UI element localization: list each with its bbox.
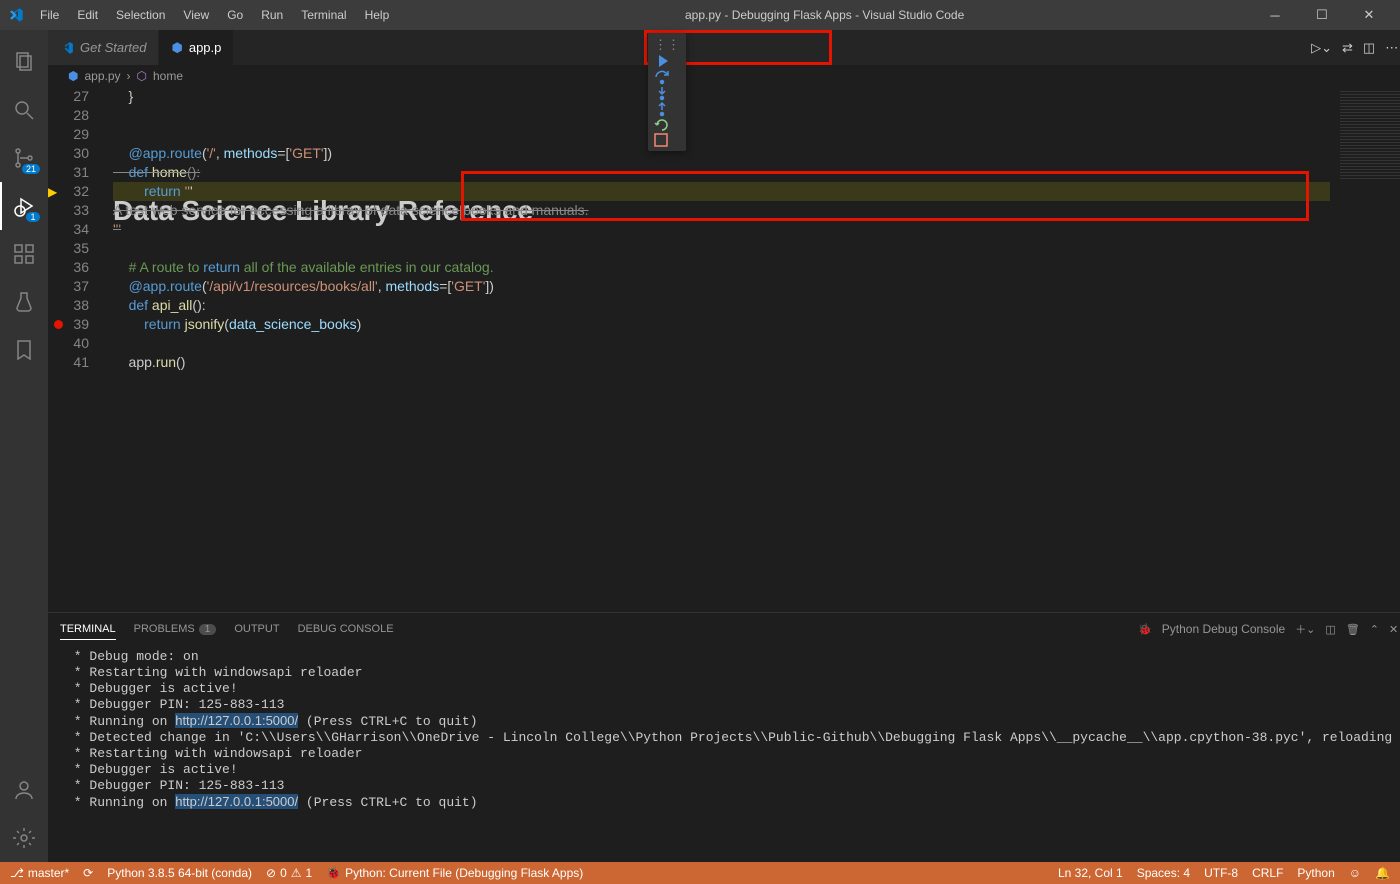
activity-scm[interactable]: 21	[0, 134, 48, 182]
tab-row: Get Started ⬢ app.p ⋮⋮ ▷⌄ ⇄ ◫ ⋯	[48, 30, 1400, 65]
menu-go[interactable]: Go	[219, 4, 251, 26]
diff-icon[interactable]: ⇄	[1342, 40, 1353, 56]
step-out-button[interactable]	[654, 101, 680, 117]
title-bar: File Edit Selection View Go Run Terminal…	[0, 0, 1400, 30]
menu-run[interactable]: Run	[253, 4, 291, 26]
minimize-button[interactable]: ─	[1252, 0, 1298, 30]
menu-selection[interactable]: Selection	[108, 4, 173, 26]
activity-debug[interactable]: 1	[0, 182, 48, 230]
debug-badge: 1	[26, 212, 40, 222]
tab-output[interactable]: OUTPUT	[234, 619, 279, 639]
minimap[interactable]	[1330, 87, 1400, 612]
chevron-up-icon[interactable]: ⌃	[1370, 623, 1379, 636]
split-icon[interactable]: ◫	[1363, 40, 1375, 56]
python-icon: ⬢	[68, 69, 78, 83]
sb-problems[interactable]: ⊘ 0 ⚠ 1	[266, 866, 312, 880]
close-button[interactable]: ✕	[1346, 0, 1392, 30]
breadcrumb-file[interactable]: app.py	[84, 69, 120, 83]
menu-help[interactable]: Help	[357, 4, 398, 26]
sb-feedback-icon[interactable]: ☺	[1349, 866, 1361, 880]
tab-label: Get Started	[80, 40, 146, 55]
tab-problems[interactable]: PROBLEMS1	[134, 619, 217, 639]
editor-area: Get Started ⬢ app.p ⋮⋮ ▷⌄ ⇄ ◫ ⋯	[48, 30, 1400, 862]
breadcrumb-symbol[interactable]: home	[153, 69, 183, 83]
sb-encoding[interactable]: UTF-8	[1204, 866, 1238, 880]
code-editor[interactable]: 2728293031▶32333435363738394041 } @app.r…	[48, 87, 1400, 612]
stop-button[interactable]	[654, 133, 680, 147]
panel-tabs: TERMINAL PROBLEMS1 OUTPUT DEBUG CONSOLE …	[48, 613, 1400, 645]
panel: TERMINAL PROBLEMS1 OUTPUT DEBUG CONSOLE …	[48, 612, 1400, 862]
menu-bar: File Edit Selection View Go Run Terminal…	[32, 4, 397, 26]
activity-bar: 21 1	[0, 30, 48, 862]
restart-button[interactable]	[654, 117, 680, 133]
drag-handle-icon[interactable]: ⋮⋮	[654, 37, 680, 147]
terminal-output[interactable]: * Debug mode: on * Restarting with windo…	[48, 645, 1400, 862]
tab-debug-console[interactable]: DEBUG CONSOLE	[298, 619, 394, 639]
sb-sync[interactable]: ⟳	[83, 866, 93, 880]
activity-explorer[interactable]	[0, 38, 48, 86]
sb-spaces[interactable]: Spaces: 4	[1137, 866, 1190, 880]
symbol-icon: ⬡	[137, 69, 147, 83]
scm-badge: 21	[22, 164, 40, 174]
activity-bookmarks[interactable]	[0, 326, 48, 374]
activity-settings[interactable]	[0, 814, 48, 862]
sb-language[interactable]: Python	[1297, 866, 1334, 880]
menu-edit[interactable]: Edit	[69, 4, 106, 26]
sb-python[interactable]: Python 3.8.5 64-bit (conda)	[107, 866, 252, 880]
debug-toolbar[interactable]: ⋮⋮	[648, 33, 686, 151]
menu-view[interactable]: View	[175, 4, 217, 26]
window-title: app.py - Debugging Flask Apps - Visual S…	[397, 8, 1252, 22]
statusbar: ⎇ master* ⟳ Python 3.8.5 64-bit (conda) …	[0, 862, 1400, 884]
breadcrumb[interactable]: ⬢ app.py › ⬡ home	[48, 65, 1400, 87]
activity-search[interactable]	[0, 86, 48, 134]
menu-terminal[interactable]: Terminal	[293, 4, 354, 26]
vscode-icon	[8, 7, 24, 23]
console-label[interactable]: Python Debug Console	[1162, 622, 1285, 636]
more-icon[interactable]: ⋯	[1385, 40, 1398, 56]
sb-position[interactable]: Ln 32, Col 1	[1058, 866, 1123, 880]
maximize-button[interactable]: ☐	[1299, 0, 1345, 30]
window-controls: ─ ☐ ✕	[1252, 0, 1392, 30]
python-icon: ⬢	[171, 40, 182, 56]
activity-extensions[interactable]	[0, 230, 48, 278]
step-over-button[interactable]	[654, 69, 680, 85]
tab-terminal[interactable]: TERMINAL	[60, 619, 116, 640]
vscode-icon	[60, 41, 74, 55]
split-terminal-icon[interactable]: ◫	[1325, 623, 1335, 636]
sb-debug[interactable]: 🐞 Python: Current File (Debugging Flask …	[326, 866, 583, 880]
tab-get-started[interactable]: Get Started	[48, 30, 159, 65]
add-terminal-icon[interactable]: ＋⌄	[1295, 621, 1315, 637]
problems-count: 1	[199, 624, 217, 635]
sb-branch[interactable]: ⎇ master*	[10, 866, 69, 880]
step-into-button[interactable]	[654, 85, 680, 101]
bug-icon: 🐞	[1138, 623, 1152, 636]
sb-eol[interactable]: CRLF	[1252, 866, 1283, 880]
continue-button[interactable]	[654, 53, 680, 69]
trash-icon[interactable]: 🗑	[1346, 623, 1360, 636]
activity-accounts[interactable]	[0, 766, 48, 814]
close-panel-icon[interactable]: ✕	[1389, 623, 1398, 636]
menu-file[interactable]: File	[32, 4, 67, 26]
tab-app-py[interactable]: ⬢ app.p	[159, 30, 234, 65]
run-dropdown-icon[interactable]: ▷⌄	[1311, 40, 1332, 56]
activity-testing[interactable]	[0, 278, 48, 326]
tab-label: app.p	[189, 40, 222, 55]
sb-bell-icon[interactable]: 🔔	[1375, 866, 1390, 880]
chevron-right-icon: ›	[127, 69, 131, 83]
